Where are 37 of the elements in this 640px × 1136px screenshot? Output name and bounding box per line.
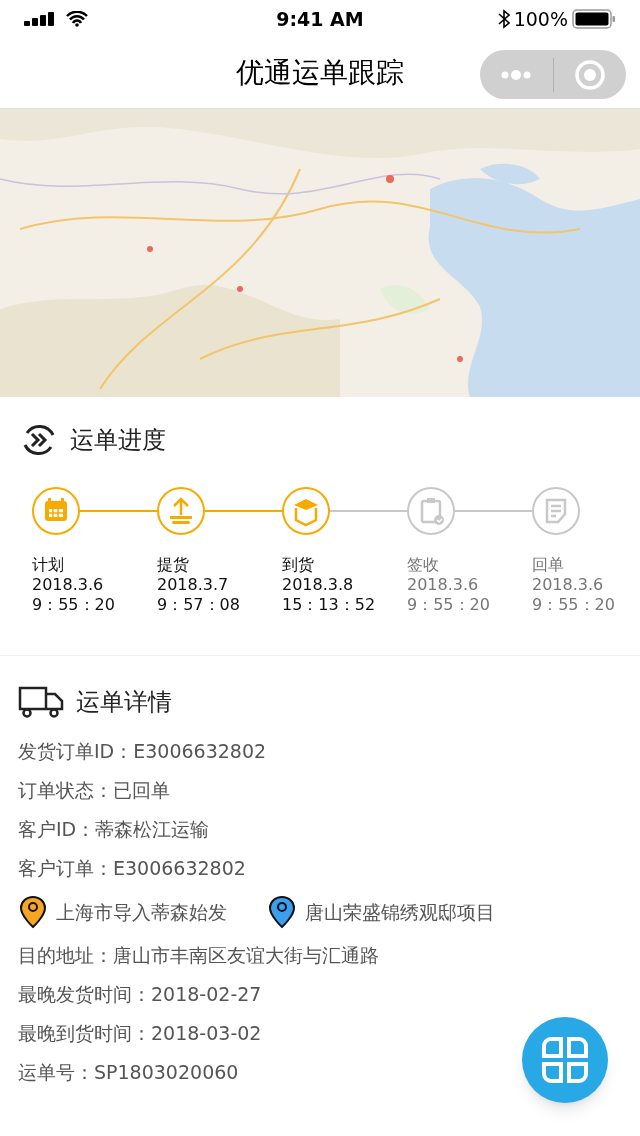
detail-line: 客户订单：E3006632802 [18,856,246,881]
battery-icon [572,9,616,29]
detail-line: 最晚到货时间：2018-03-02 [18,1021,262,1046]
step-date: 2018.3.7 [157,575,230,595]
step-label: 到货 [282,555,315,575]
step-date: 2018.3.6 [532,575,605,595]
place-name: 唐山荣盛锦绣观邸项目 [305,899,495,925]
step-date: 2018.3.8 [282,575,355,595]
step-time: 9：55：20 [32,595,116,615]
step-time: 9：57：08 [157,595,241,615]
step-label: 签收 [407,555,440,575]
step-time: 9：55：20 [407,595,491,615]
grid-icon [541,1036,589,1084]
detail-line: 目的地址：唐山市丰南区友谊大街与汇通路 [18,943,379,968]
more-icon[interactable] [500,68,533,81]
bluetooth-icon [497,9,510,29]
detail-line: 客户ID：蒂森松江运输 [18,817,210,842]
section-title: 运单详情 [76,687,172,718]
detail-line: 最晚发货时间：2018-02-27 [18,982,262,1007]
detail-line: 运单号：SP1803020060 [18,1060,239,1085]
battery-percent: 100% [513,6,568,32]
detail-line: 发货订单ID：E3006632802 [18,739,267,764]
step-time: 9：55：20 [532,595,616,615]
page-title: 优通运单跟踪 [236,55,404,91]
status-time: 9:41 AM [276,6,364,32]
section-title: 运单进度 [70,425,166,456]
wifi-icon [66,11,88,27]
step-label: 计划 [32,555,65,575]
step-time: 15：13：52 [282,595,377,615]
step-label: 提货 [157,555,190,575]
step-date: 2018.3.6 [407,575,480,595]
detail-line: 订单状态：已回单 [18,778,170,803]
truck-icon [18,685,64,719]
step-date: 2018.3.6 [32,575,105,595]
capsule-menu[interactable] [480,50,626,99]
place-name: 上海市导入蒂森始发 [56,899,227,925]
step-label: 回单 [532,555,565,575]
